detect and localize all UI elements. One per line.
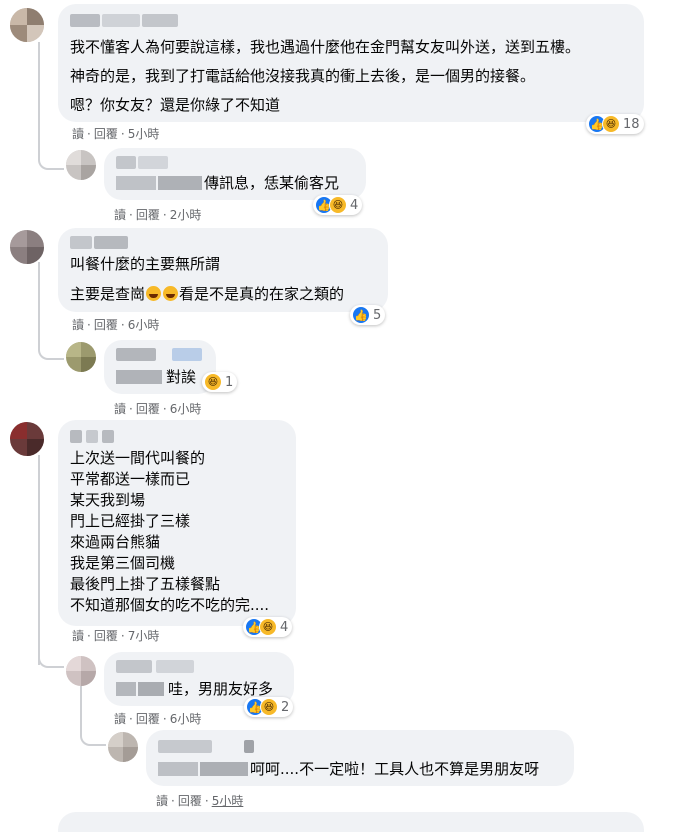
avatar[interactable]: [10, 8, 44, 42]
comment-text: 門上已經掛了三樣: [70, 512, 191, 530]
reaction-count: 18: [623, 116, 640, 132]
comment-text: 傳訊息，恁某偷客兄: [204, 174, 340, 192]
comment-bubble: 我不懂客人為何要說這樣，我也遇過什麼他在金門幫女友叫外送，送到五樓。 神奇的是，…: [58, 4, 644, 122]
reaction-summary[interactable]: 😆 1: [202, 372, 238, 392]
timestamp[interactable]: 5小時: [128, 127, 160, 141]
avatar[interactable]: [66, 656, 96, 686]
next-comment-bubble: [58, 812, 644, 832]
comment-text: 嗯？你女友？還是你綠了不知道: [70, 96, 281, 114]
avatar[interactable]: [10, 230, 44, 264]
read-button[interactable]: 讀: [72, 127, 84, 141]
reply-button[interactable]: 回覆: [94, 629, 118, 643]
comment-text-part: 看是不是真的在家之類的: [179, 285, 345, 303]
reaction-count: 4: [350, 197, 359, 213]
blurred-mention: [158, 762, 248, 776]
comment-text: 對誒: [166, 368, 197, 386]
reply-button[interactable]: 回覆: [136, 402, 160, 416]
reaction-count: 4: [280, 619, 289, 635]
avatar[interactable]: [66, 150, 96, 180]
comment-text: 叫餐什麼的主要無所謂: [70, 255, 221, 273]
comment-text: 平常都送一樣而已: [70, 470, 191, 488]
author-name-blurred[interactable]: [116, 348, 206, 361]
comment-actions: 讀 · 回覆 · 5小時: [156, 794, 244, 808]
author-name-blurred[interactable]: [158, 740, 258, 753]
read-button[interactable]: 讀: [72, 629, 84, 643]
author-name-blurred[interactable]: [116, 660, 196, 673]
reaction-count: 2: [281, 699, 290, 715]
timestamp[interactable]: 6小時: [170, 402, 202, 416]
haha-icon: 😆: [204, 373, 222, 391]
blurred-mention: [116, 682, 164, 696]
reaction-summary[interactable]: 👍 😆 18: [586, 114, 644, 134]
comment-text: 我不懂客人為何要說這樣，我也遇過什麼他在金門幫女友叫外送，送到五樓。: [70, 38, 581, 56]
blurred-mention: [116, 176, 202, 190]
comment-text: 神奇的是，我到了打電話給他沒接我真的衝上去後，是一個男的接餐。: [70, 67, 536, 85]
timestamp[interactable]: 6小時: [170, 712, 202, 726]
reaction-count: 1: [225, 374, 234, 390]
read-button[interactable]: 讀: [114, 402, 126, 416]
timestamp[interactable]: 7小時: [128, 629, 160, 643]
reaction-summary[interactable]: 👍 😆 4: [313, 195, 363, 215]
author-name-blurred[interactable]: [70, 430, 116, 443]
comment-text: 呵呵....不一定啦！工具人也不算是男朋友呀: [250, 760, 540, 778]
avatar[interactable]: [108, 732, 138, 762]
read-button[interactable]: 讀: [114, 712, 126, 726]
reaction-summary[interactable]: 👍 5: [350, 305, 386, 325]
comment-bubble: 傳訊息，恁某偷客兄: [104, 148, 366, 200]
haha-icon: 😆: [260, 698, 278, 716]
comment-text: 主要是查崗 看是不是真的在家之類的: [70, 283, 344, 305]
read-button[interactable]: 讀: [72, 318, 84, 332]
haha-icon: 😆: [329, 196, 347, 214]
timestamp[interactable]: 2小時: [170, 208, 202, 222]
comment-actions: 讀 · 回覆 · 5小時: [72, 127, 160, 141]
thread-line: [80, 678, 106, 746]
comment-actions: 讀 · 回覆 · 7小時: [72, 629, 160, 643]
haha-icon: 😆: [602, 115, 620, 133]
read-button[interactable]: 讀: [156, 794, 168, 808]
read-button[interactable]: 讀: [114, 208, 126, 222]
haha-icon: 😆: [259, 618, 277, 636]
comment-text: 我是第三個司機: [70, 554, 176, 572]
comment-actions: 讀 · 回覆 · 6小時: [72, 318, 160, 332]
reaction-summary[interactable]: 👍 😆 4: [243, 617, 293, 637]
avatar[interactable]: [66, 342, 96, 372]
reply-button[interactable]: 回覆: [136, 712, 160, 726]
comment-text: 不知道那個女的吃不吃的完....: [70, 596, 270, 614]
laughing-emoji-icon: [146, 286, 162, 301]
comment-text: 最後門上掛了五樣餐點: [70, 575, 221, 593]
comment-bubble: 對誒: [104, 340, 216, 394]
comment-text: 來過兩台熊貓: [70, 533, 161, 551]
comment-bubble: 叫餐什麼的主要無所謂 主要是查崗 看是不是真的在家之類的: [58, 228, 388, 312]
comment-text: 上次送一間代叫餐的: [70, 449, 206, 467]
author-name-blurred[interactable]: [70, 236, 130, 249]
reply-button[interactable]: 回覆: [178, 794, 202, 808]
comment-actions: 讀 · 回覆 · 2小時: [114, 208, 202, 222]
laughing-emoji-icon: [163, 286, 179, 301]
comment-text: 某天我到場: [70, 491, 146, 509]
author-name-blurred[interactable]: [70, 14, 180, 27]
comment-text-part: 主要是查崗: [70, 285, 146, 303]
reaction-summary[interactable]: 👍 😆 2: [244, 697, 294, 717]
avatar[interactable]: [10, 422, 44, 456]
reply-button[interactable]: 回覆: [136, 208, 160, 222]
comment-bubble: 呵呵....不一定啦！工具人也不算是男朋友呀: [146, 730, 574, 786]
thread-line: [38, 455, 40, 665]
like-icon: 👍: [352, 306, 370, 324]
reply-button[interactable]: 回覆: [94, 318, 118, 332]
reaction-count: 5: [373, 307, 382, 323]
author-name-blurred[interactable]: [116, 156, 176, 169]
comment-actions: 讀 · 回覆 · 6小時: [114, 402, 202, 416]
thread-line: [38, 640, 64, 668]
reply-button[interactable]: 回覆: [94, 127, 118, 141]
timestamp[interactable]: 6小時: [128, 318, 160, 332]
timestamp[interactable]: 5小時: [212, 794, 244, 808]
comment-bubble: 上次送一間代叫餐的 平常都送一樣而已 某天我到場 門上已經掛了三樣 來過兩台熊貓…: [58, 420, 296, 626]
blurred-mention: [116, 370, 162, 384]
comment-actions: 讀 · 回覆 · 6小時: [114, 712, 202, 726]
